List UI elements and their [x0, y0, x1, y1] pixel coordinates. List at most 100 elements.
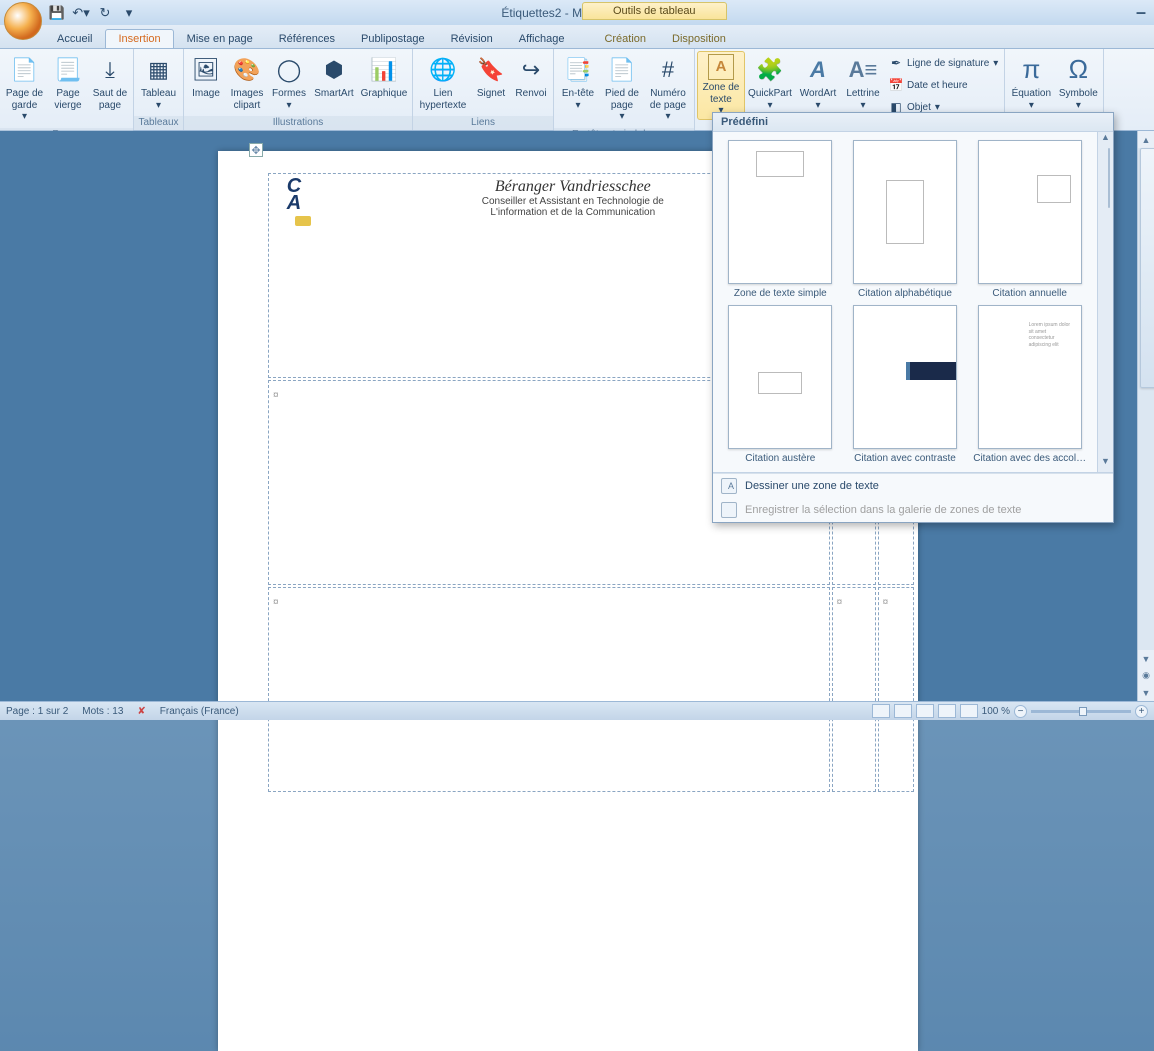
cover-page-icon: 📄 [9, 54, 41, 86]
header-button[interactable]: 📑En-tête▾ [556, 51, 600, 114]
prev-page-button[interactable]: ◉ [1138, 667, 1154, 684]
gallery-title: Prédéfini [721, 116, 768, 128]
tab-design[interactable]: Création [591, 29, 659, 48]
chart-icon: 📊 [368, 54, 400, 86]
print-layout-view-button[interactable] [872, 704, 890, 718]
zoom-out-button[interactable]: − [1014, 705, 1027, 718]
bookmark-button[interactable]: 🔖Signet [471, 51, 511, 103]
quick-parts-icon: 🧩 [754, 54, 786, 86]
vertical-scrollbar[interactable]: ▲ ▼ ◉ ▼ [1137, 131, 1154, 701]
scroll-up-button[interactable]: ▲ [1138, 131, 1154, 148]
status-word-count[interactable]: Mots : 13 [82, 706, 123, 717]
draw-text-box-option[interactable]: A Dessiner une zone de texte [713, 474, 1113, 498]
gallery-item-annual-quote[interactable]: Citation annuelle [970, 140, 1089, 299]
page-break-icon: ⤓ [94, 54, 126, 86]
clipart-button[interactable]: 🎨Images clipart [226, 51, 268, 114]
smartart-icon: ⬢ [318, 54, 350, 86]
blank-page-icon: 📃 [52, 54, 84, 86]
group-links-label: Liens [413, 116, 553, 130]
scroll-thumb[interactable] [1140, 148, 1154, 388]
gallery-scroll-up[interactable]: ▲ [1101, 132, 1110, 148]
scroll-down-button[interactable]: ▼ [1138, 650, 1154, 667]
redo-icon: ↻ [100, 5, 111, 21]
hyperlink-icon: 🌐 [427, 54, 459, 86]
shapes-icon: ◯ [273, 54, 305, 86]
draft-view-button[interactable] [960, 704, 978, 718]
tab-view[interactable]: Affichage [506, 29, 578, 48]
tab-review[interactable]: Révision [438, 29, 506, 48]
label-cell[interactable]: ¤ [878, 587, 914, 792]
header-icon: 📑 [562, 54, 594, 86]
table-icon: ▦ [143, 54, 175, 86]
full-screen-view-button[interactable] [894, 704, 912, 718]
spacer-cell[interactable]: ¤ [832, 587, 876, 792]
quick-parts-button[interactable]: 🧩QuickPart▾ [745, 51, 795, 114]
status-page[interactable]: Page : 1 sur 2 [6, 706, 68, 717]
redo-button[interactable]: ↻ [94, 3, 116, 23]
chart-button[interactable]: 📊Graphique [358, 51, 410, 103]
equation-button[interactable]: πÉquation▾ [1007, 51, 1055, 114]
web-layout-view-button[interactable] [916, 704, 934, 718]
label-cell[interactable]: ¤ [268, 587, 830, 792]
tab-mailings[interactable]: Publipostage [348, 29, 438, 48]
date-time-button[interactable]: 📅Date et heure [889, 75, 998, 95]
hyperlink-button[interactable]: 🌐Lien hypertexte [415, 51, 471, 114]
next-page-button[interactable]: ▼ [1138, 684, 1154, 701]
gallery-scrollbar[interactable]: ▲ ▼ [1097, 132, 1113, 472]
clipart-icon: 🎨 [231, 54, 263, 86]
picture-button[interactable]: 🖼Image [186, 51, 226, 103]
blank-page-button[interactable]: 📃Page vierge [47, 51, 89, 114]
footer-button[interactable]: 📄Pied de page▾ [600, 51, 644, 126]
status-language[interactable]: Français (France) [160, 706, 239, 717]
shapes-button[interactable]: ◯Formes▾ [268, 51, 310, 114]
zoom-slider[interactable] [1031, 710, 1131, 713]
minimize-button[interactable]: – [1136, 2, 1146, 23]
proofing-icon[interactable]: ✘ [137, 706, 145, 717]
quick-access-toolbar: 💾 ↶▾ ↻ ▾ [46, 3, 140, 23]
tab-references[interactable]: Références [266, 29, 348, 48]
qat-customize[interactable]: ▾ [118, 3, 140, 23]
page-number-button[interactable]: #Numéro de page▾ [644, 51, 692, 126]
zoom-in-button[interactable]: + [1135, 705, 1148, 718]
page-number-icon: # [652, 54, 684, 86]
drop-cap-button[interactable]: A≡Lettrine▾ [841, 51, 885, 114]
page-break-button[interactable]: ⤓Saut de page [89, 51, 131, 114]
office-button[interactable] [4, 2, 42, 40]
table-move-handle[interactable]: ✥ [249, 143, 263, 157]
group-tables-label: Tableaux [134, 116, 183, 130]
gallery-scroll-thumb[interactable] [1108, 148, 1110, 208]
wordart-button[interactable]: AWordArt▾ [795, 51, 841, 114]
tab-home[interactable]: Accueil [44, 29, 105, 48]
tab-insert[interactable]: Insertion [105, 29, 173, 48]
zoom-slider-thumb[interactable] [1079, 707, 1087, 716]
date-time-icon: 📅 [889, 78, 903, 92]
group-tables: ▦Tableau▾ Tableaux [134, 49, 184, 130]
save-button[interactable]: 💾 [46, 3, 68, 23]
table-button[interactable]: ▦Tableau▾ [136, 51, 181, 114]
save-selection-option: Enregistrer la sélection dans la galerie… [713, 498, 1113, 522]
group-illustrations: 🖼Image 🎨Images clipart ◯Formes▾ ⬢SmartAr… [184, 49, 413, 130]
undo-button[interactable]: ↶▾ [70, 3, 92, 23]
text-box-button[interactable]: AZone de texte▾ [697, 51, 745, 120]
tab-layout-context[interactable]: Disposition [659, 29, 739, 48]
gallery-item-alphabet-quote[interactable]: Citation alphabétique [846, 140, 965, 299]
symbol-button[interactable]: ΩSymbole▾ [1055, 51, 1101, 114]
tab-page-layout[interactable]: Mise en page [174, 29, 266, 48]
text-box-gallery: Prédéfini Zone de texte simple Citation … [712, 112, 1114, 523]
bookmark-icon: 🔖 [475, 54, 507, 86]
group-links: 🌐Lien hypertexte 🔖Signet ↪Renvoi Liens [413, 49, 554, 130]
signature-line-button[interactable]: ✒Ligne de signature ▾ [889, 53, 998, 73]
ribbon-tabs: Accueil Insertion Mise en page Référence… [0, 25, 1154, 49]
outline-view-button[interactable] [938, 704, 956, 718]
gallery-item-braces-quote[interactable]: Lorem ipsum dolor sit amet consectetur a… [970, 305, 1089, 464]
gallery-item-simple-text-box[interactable]: Zone de texte simple [721, 140, 840, 299]
smartart-button[interactable]: ⬢SmartArt [310, 51, 358, 103]
zoom-level[interactable]: 100 % [982, 706, 1010, 717]
group-pages: 📄Page de garde▾ 📃Page vierge ⤓Saut de pa… [0, 49, 134, 130]
window-title: Étiquettes2 - Microsoft Word [0, 6, 1154, 20]
gallery-item-contrast-quote[interactable]: Citation avec contraste [846, 305, 965, 464]
gallery-item-austere-quote[interactable]: Citation austère [721, 305, 840, 464]
cover-page-button[interactable]: 📄Page de garde▾ [2, 51, 47, 126]
gallery-scroll-down[interactable]: ▼ [1101, 456, 1110, 472]
cross-reference-button[interactable]: ↪Renvoi [511, 51, 551, 103]
